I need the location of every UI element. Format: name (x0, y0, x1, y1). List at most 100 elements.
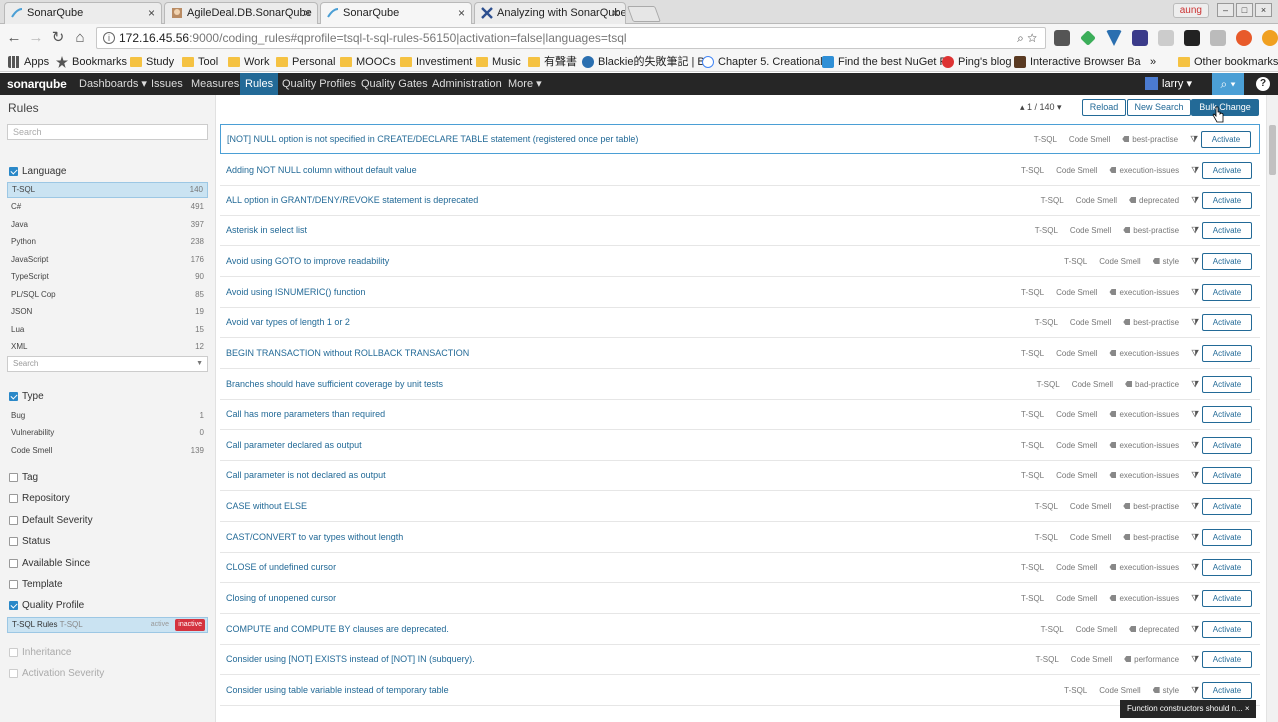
rule-tag[interactable]: execution-issues (1109, 471, 1179, 480)
facet-item-tsql[interactable]: T-SQL 140 (7, 182, 208, 198)
rule-tag[interactable]: performance (1124, 655, 1179, 664)
activate-button[interactable]: Activate (1202, 621, 1252, 638)
rule-tag[interactable]: best-practise (1123, 226, 1179, 235)
close-tab-icon[interactable]: × (612, 3, 619, 23)
rule-tag[interactable]: bad-practice (1125, 380, 1179, 389)
activate-button[interactable]: Activate (1202, 314, 1252, 331)
bookmark-work[interactable]: Work (228, 54, 269, 70)
close-window-icon[interactable]: × (1255, 3, 1272, 17)
page-scrollbar[interactable] (1266, 95, 1278, 722)
facet-item-javascript[interactable]: JavaScript 176 (7, 252, 208, 268)
facet-language-header[interactable]: Language (9, 165, 67, 179)
rule-tag[interactable]: best-practise (1123, 502, 1179, 511)
extension-icon[interactable] (1236, 30, 1252, 46)
facet-item-xml[interactable]: XML 12 (7, 339, 208, 355)
activate-button[interactable]: Activate (1202, 192, 1252, 209)
rule-name-link[interactable]: Closing of unopened cursor (226, 593, 336, 603)
browser-tab-sonarqube-1[interactable]: SonarQube × (4, 2, 162, 24)
nav-more[interactable]: More ▾ (503, 73, 547, 95)
language-search-select[interactable]: Search ▼ (7, 356, 208, 372)
rule-name-link[interactable]: Call parameter is not declared as output (226, 470, 386, 480)
facet-item-python[interactable]: Python 238 (7, 234, 208, 250)
bookmark-audiobooks[interactable]: 有聲書 (528, 54, 577, 70)
pagination[interactable]: ▴ 1 / 140 ▾ (1020, 102, 1062, 113)
search-icon[interactable]: ⌕ ▾ (1212, 73, 1244, 95)
activate-button[interactable]: Activate (1202, 406, 1252, 423)
sidebar-search-input[interactable]: Search (7, 124, 208, 140)
nav-measures[interactable]: Measures (186, 73, 244, 95)
bookmark-apps[interactable]: Apps (8, 54, 49, 70)
bookmark-blackie[interactable]: Blackie的失敗筆記 | Bl (582, 54, 707, 70)
bookmark-chapter5[interactable]: Chapter 5. Creational (702, 54, 823, 70)
rule-name-link[interactable]: Asterisk in select list (226, 225, 307, 235)
bookmark-personal[interactable]: Personal (276, 54, 335, 70)
rule-row[interactable]: Closing of unopened cursor T-SQL Code Smel… (220, 584, 1260, 614)
nav-rules[interactable]: Rules (240, 73, 279, 95)
new-tab-button[interactable] (627, 6, 661, 22)
close-tab-icon[interactable]: × (304, 3, 311, 23)
rule-row[interactable]: Consider using [NOT] EXISTS instead of [… (220, 645, 1260, 675)
close-tab-icon[interactable]: × (148, 3, 155, 23)
activate-button[interactable]: Activate (1202, 529, 1252, 546)
extension-icon[interactable] (1106, 30, 1122, 46)
activate-button[interactable]: Activate (1201, 131, 1251, 148)
facet-item-plsql-cop[interactable]: PL/SQL Cop 85 (7, 287, 208, 303)
rule-row[interactable]: ALL option in GRANT/DENY/REVOKE statemen… (220, 186, 1260, 216)
rule-row[interactable]: Consider using table variable instead of… (220, 676, 1260, 706)
rule-row[interactable]: Avoid using ISNUMERIC() function T-SQL Cod… (220, 278, 1260, 308)
rule-tag[interactable]: execution-issues (1109, 349, 1179, 358)
activate-button[interactable]: Activate (1202, 682, 1252, 699)
rule-row[interactable]: COMPUTE and COMPUTE BY clauses are depre… (220, 615, 1260, 645)
facet-item-java[interactable]: Java 397 (7, 217, 208, 233)
rule-tag[interactable]: execution-issues (1109, 410, 1179, 419)
scrollbar-thumb[interactable] (1269, 125, 1276, 175)
extension-icon[interactable] (1262, 30, 1278, 46)
rule-tag[interactable]: execution-issues (1109, 441, 1179, 450)
bulk-change-button[interactable]: Bulk Change (1191, 99, 1259, 116)
rule-row[interactable]: Call has more parameters than required T-… (220, 400, 1260, 430)
extension-icon[interactable] (1132, 30, 1148, 46)
activate-button[interactable]: Activate (1202, 162, 1252, 179)
bookmark-pings-blog[interactable]: Ping's blog (942, 54, 1011, 70)
rule-name-link[interactable]: CLOSE of undefined cursor (226, 562, 336, 572)
nav-quality-gates[interactable]: Quality Gates (356, 73, 433, 95)
notification-toast[interactable]: Function constructors should n... × (1120, 700, 1256, 718)
forward-arrow-icon[interactable]: → (26, 28, 46, 48)
quality-profile-item[interactable]: T-SQL Rules T-SQL active inactive (7, 617, 208, 633)
facet-template-header[interactable]: Template (9, 578, 63, 592)
rule-tag[interactable]: best-practise (1123, 318, 1179, 327)
facet-item-csharp[interactable]: C# 491 (7, 199, 208, 215)
facet-item-typescript[interactable]: TypeScript 90 (7, 269, 208, 285)
minimize-icon[interactable]: – (1217, 3, 1234, 17)
rule-tag[interactable]: style (1153, 257, 1179, 266)
activate-button[interactable]: Activate (1202, 651, 1252, 668)
facet-item-json[interactable]: JSON 19 (7, 304, 208, 320)
browser-tab-sonarqube-active[interactable]: SonarQube × (320, 2, 472, 24)
rule-tag[interactable]: deprecated (1129, 196, 1179, 205)
checkbox-icon[interactable] (9, 473, 18, 482)
extension-icon[interactable] (1054, 30, 1070, 46)
rule-tag[interactable]: execution-issues (1109, 166, 1179, 175)
checkbox-icon[interactable] (9, 516, 18, 525)
facet-quality-profile-header[interactable]: Quality Profile (9, 599, 84, 613)
rule-name-link[interactable]: Consider using [NOT] EXISTS instead of [… (226, 654, 475, 664)
bookmark-moocs[interactable]: MOOCs (340, 54, 396, 70)
rule-name-link[interactable]: Branches should have sufficient coverage… (226, 379, 443, 389)
rule-name-link[interactable]: Call parameter declared as output (226, 440, 362, 450)
rule-name-link[interactable]: Avoid using ISNUMERIC() function (226, 287, 365, 297)
rule-tag[interactable]: deprecated (1129, 625, 1179, 634)
home-icon[interactable]: ⌂ (70, 28, 90, 48)
browser-tab-analyzing[interactable]: Analyzing with SonarQube × (474, 2, 626, 24)
inactive-toggle[interactable]: inactive (175, 619, 205, 631)
activate-button[interactable]: Activate (1202, 253, 1252, 270)
user-menu[interactable]: larry ▾ (1145, 77, 1192, 90)
checkbox-icon[interactable] (9, 392, 18, 401)
facet-item-vulnerability[interactable]: Vulnerability 0 (7, 425, 208, 441)
activate-button[interactable]: Activate (1202, 559, 1252, 576)
activate-button[interactable]: Activate (1202, 222, 1252, 239)
rule-tag[interactable]: best-practise (1122, 135, 1178, 144)
reload-button[interactable]: Reload (1082, 99, 1126, 116)
zoom-star-icons[interactable]: ⌕ ☆ (1017, 28, 1037, 48)
rule-name-link[interactable]: Adding NOT NULL column without default v… (226, 165, 417, 175)
activate-button[interactable]: Activate (1202, 437, 1252, 454)
